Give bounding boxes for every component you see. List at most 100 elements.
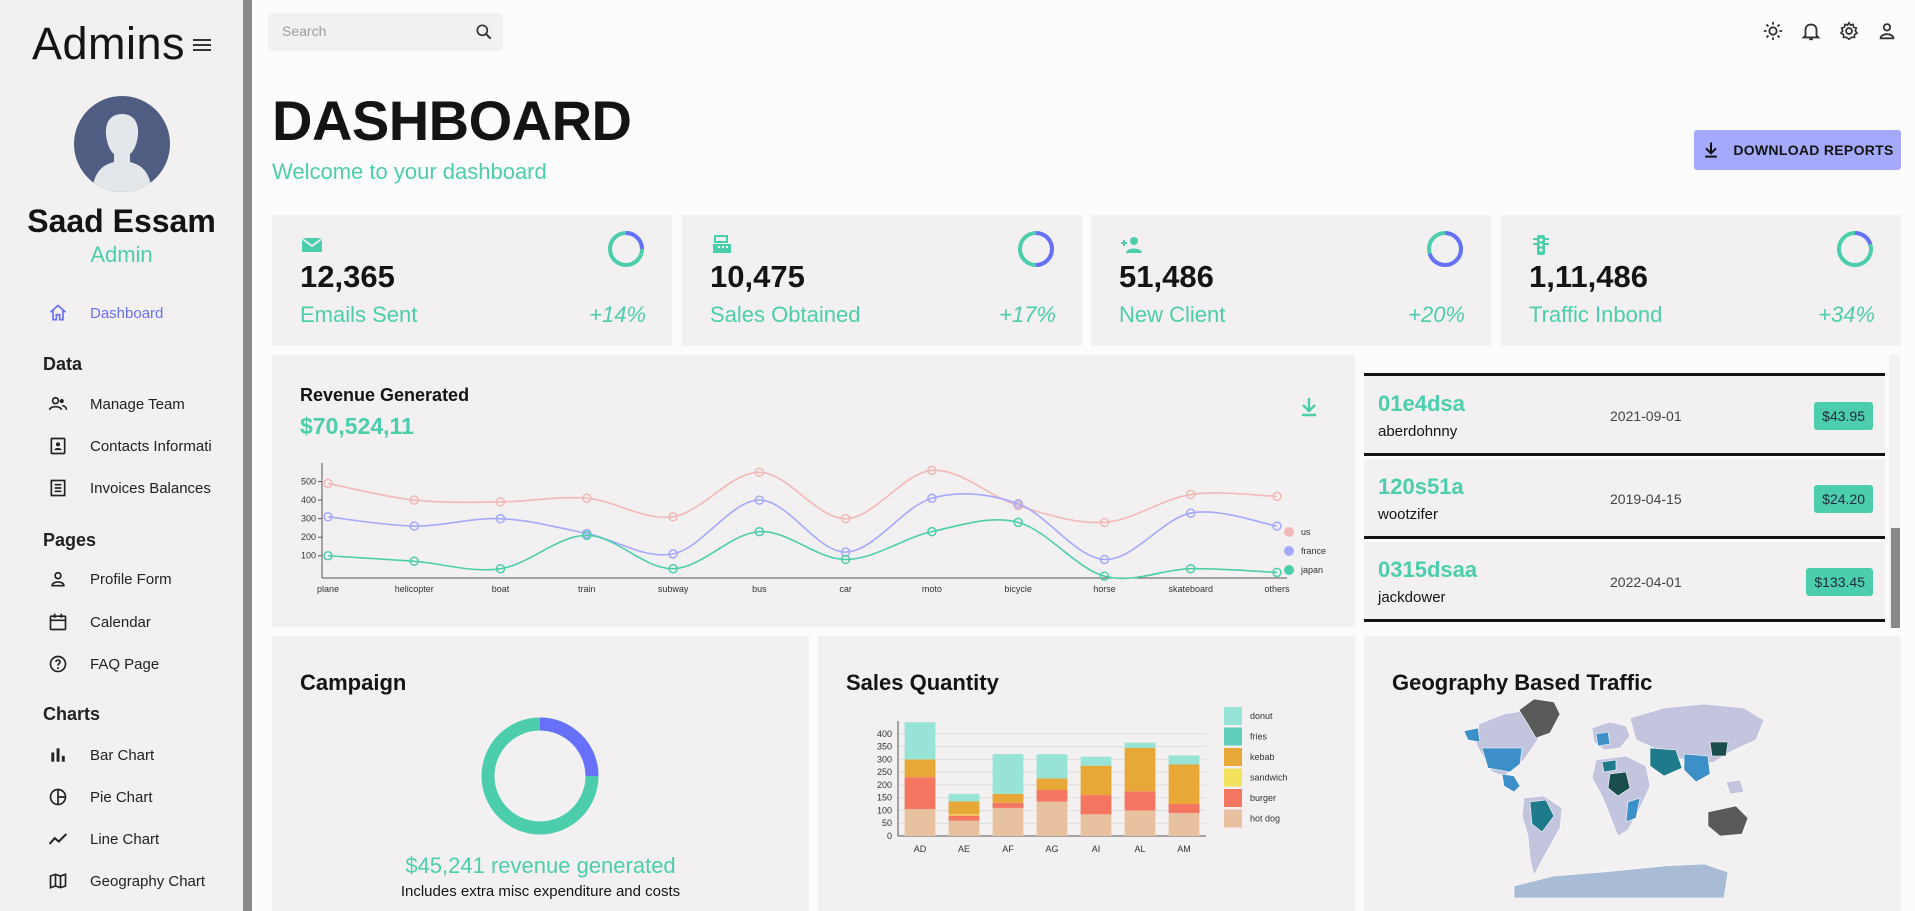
bar-donut bbox=[1080, 756, 1112, 766]
person-icon[interactable] bbox=[1876, 20, 1898, 42]
transaction-date: 2021-09-01 bbox=[1610, 408, 1682, 424]
person-add-icon bbox=[1121, 237, 1142, 253]
menu-icon[interactable] bbox=[190, 36, 214, 56]
y-tick-label: 0 bbox=[887, 831, 892, 841]
sidebar-item-label: Line Chart bbox=[90, 830, 160, 848]
legend-swatch bbox=[1284, 546, 1294, 556]
x-tick-label: train bbox=[578, 584, 596, 594]
person-icon bbox=[51, 571, 65, 587]
stat-value: 1,11,486 bbox=[1529, 259, 1648, 294]
sidebar-item-dashboard[interactable]: Dashboard bbox=[48, 300, 163, 326]
user-role: Admin bbox=[90, 242, 153, 267]
bar-hot-dog bbox=[1036, 801, 1068, 836]
series-line-us bbox=[327, 469, 1278, 524]
legend-swatch bbox=[1224, 789, 1242, 807]
sidebar-item-faq[interactable]: FAQ Page bbox=[48, 651, 159, 677]
download-icon bbox=[1705, 142, 1718, 158]
x-tick-label: AI bbox=[1092, 844, 1101, 854]
traffic-icon bbox=[1533, 235, 1549, 255]
sidebar-section-data: Data bbox=[43, 354, 83, 374]
legend-label: japan bbox=[1300, 565, 1323, 575]
sidebar-item-invoices[interactable]: Invoices Balances bbox=[48, 475, 211, 501]
sidebar-item-label: Calendar bbox=[90, 613, 151, 631]
geography-card: Geography Based Traffic bbox=[1364, 636, 1901, 911]
legend-swatch bbox=[1284, 565, 1294, 575]
stat-value: 51,486 bbox=[1119, 259, 1214, 294]
stat-value: 10,475 bbox=[710, 259, 805, 294]
sidebar-item-line-chart[interactable]: Line Chart bbox=[48, 826, 159, 852]
bar-burger bbox=[992, 802, 1024, 808]
recent-transactions: 01e4dsa aberdohnny 2021-09-01 $43.95 120… bbox=[1364, 373, 1885, 645]
world-map bbox=[1463, 698, 1765, 899]
y-tick-label: 250 bbox=[877, 767, 892, 777]
x-tick-label: AD bbox=[914, 844, 927, 854]
sidebar-item-label: Pie Chart bbox=[90, 788, 153, 806]
transaction-cost: $133.45 bbox=[1806, 568, 1873, 596]
x-tick-label: moto bbox=[922, 584, 942, 594]
y-tick-label: 300 bbox=[301, 514, 316, 524]
sidebar-divider bbox=[243, 0, 252, 911]
transaction-user: aberdohnny bbox=[1378, 423, 1458, 440]
light-mode-icon[interactable] bbox=[1762, 20, 1784, 42]
legend-swatch bbox=[1224, 748, 1242, 766]
y-tick-label: 200 bbox=[877, 780, 892, 790]
sales-card: Sales Quantity 0 50 100 150 200 250 300 350 400 A… bbox=[818, 636, 1355, 911]
legend-label: donut bbox=[1250, 711, 1273, 721]
notifications-icon[interactable] bbox=[1800, 20, 1822, 42]
bar-donut bbox=[948, 793, 980, 802]
x-tick-label: horse bbox=[1093, 584, 1116, 594]
bar-kebab bbox=[904, 759, 936, 778]
pie-chart-icon bbox=[49, 788, 67, 806]
bar-hot-dog bbox=[1080, 814, 1112, 836]
sidebar-section-pages: Pages bbox=[43, 530, 97, 550]
legend-label: kebab bbox=[1250, 752, 1275, 762]
legend-swatch bbox=[1224, 809, 1242, 828]
search-icon[interactable] bbox=[474, 22, 494, 42]
sidebar-item-label: Profile Form bbox=[90, 570, 172, 588]
y-tick-label: 400 bbox=[301, 495, 316, 505]
bar-kebab bbox=[992, 793, 1024, 803]
search-input[interactable] bbox=[282, 23, 462, 39]
legend-label: fries bbox=[1250, 732, 1268, 742]
sidebar-item-profile[interactable]: Profile Form bbox=[48, 566, 172, 592]
receipt-icon bbox=[50, 479, 66, 497]
bar-kebab bbox=[1036, 778, 1068, 790]
legend-label: us bbox=[1301, 527, 1311, 537]
bar-donut bbox=[1036, 754, 1068, 779]
legend-label: hot dog bbox=[1250, 814, 1280, 824]
home-icon bbox=[49, 304, 67, 321]
x-tick-label: others bbox=[1264, 584, 1290, 594]
settings-icon[interactable] bbox=[1838, 20, 1860, 42]
sidebar-item-pie-chart[interactable]: Pie Chart bbox=[48, 784, 153, 810]
legend-label: burger bbox=[1250, 793, 1276, 803]
scrollbar-thumb[interactable] bbox=[1891, 528, 1900, 628]
sidebar-section-charts: Charts bbox=[43, 704, 101, 724]
sidebar-item-bar-chart[interactable]: Bar Chart bbox=[48, 742, 154, 768]
campaign-progress-circle bbox=[481, 717, 599, 835]
legend-swatch bbox=[1224, 727, 1242, 746]
x-tick-label: skateboard bbox=[1168, 584, 1213, 594]
bar-burger bbox=[1080, 795, 1112, 815]
download-reports-button[interactable]: DOWNLOAD REPORTS bbox=[1694, 130, 1901, 170]
bar-hot-dog bbox=[1168, 813, 1200, 836]
y-tick-label: 200 bbox=[301, 532, 316, 542]
x-tick-label: bus bbox=[752, 584, 767, 594]
stat-increase: +14% bbox=[589, 302, 646, 327]
legend-label: france bbox=[1301, 546, 1326, 556]
progress-circle bbox=[1837, 231, 1873, 267]
sidebar-item-geography-chart[interactable]: Geography Chart bbox=[48, 868, 205, 894]
sidebar-item-calendar[interactable]: Calendar bbox=[48, 609, 151, 635]
bar-donut bbox=[904, 722, 936, 760]
sidebar-item-label: Bar Chart bbox=[90, 746, 155, 764]
sidebar-item-manage-team[interactable]: Manage Team bbox=[48, 391, 185, 417]
sidebar-item-contacts[interactable]: Contacts Informati bbox=[48, 433, 212, 459]
y-tick-label: 150 bbox=[877, 793, 892, 803]
bar-kebab bbox=[1168, 764, 1200, 805]
bar-burger bbox=[1168, 804, 1200, 813]
x-tick-label: boat bbox=[492, 584, 510, 594]
stat-increase: +34% bbox=[1818, 302, 1875, 327]
x-tick-label: subway bbox=[658, 584, 689, 594]
x-tick-label: helicopter bbox=[395, 584, 434, 594]
stat-card-emails: 12,365 Emails Sent +14% bbox=[272, 215, 672, 346]
map-icon bbox=[49, 873, 67, 889]
